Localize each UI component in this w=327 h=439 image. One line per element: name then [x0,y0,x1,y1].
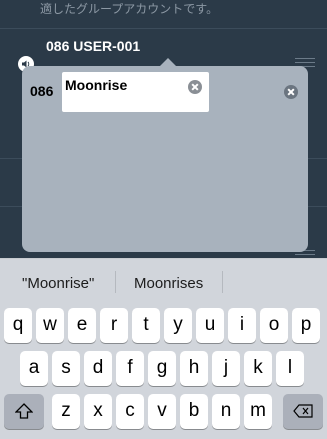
key-e[interactable]: e [68,308,96,343]
key-t[interactable]: t [132,308,160,343]
clear-icon[interactable] [284,85,298,99]
delete-key[interactable] [283,394,323,429]
suggestion-bar: "Moonrise" Moonrises [0,258,327,305]
key-d[interactable]: d [84,351,112,386]
shift-icon [14,400,34,421]
suggestion-divider [115,271,116,293]
key-r[interactable]: r [100,308,128,343]
shift-key[interactable] [4,394,44,429]
key-h[interactable]: h [180,351,208,386]
name-input-field[interactable]: Moonrise [62,72,209,112]
key-j[interactable]: j [212,351,240,386]
suggestion-divider [222,271,223,293]
key-y[interactable]: y [164,308,192,343]
clear-text-icon[interactable] [188,80,202,94]
key-q[interactable]: q [4,308,32,343]
key-f[interactable]: f [116,351,144,386]
key-i[interactable]: i [228,308,256,343]
key-g[interactable]: g [148,351,176,386]
key-u[interactable]: u [196,308,224,343]
key-w[interactable]: w [36,308,64,343]
suggestion-item[interactable]: "Moonrise" [22,275,94,292]
divider [0,28,327,29]
key-c[interactable]: c [116,394,144,429]
key-b[interactable]: b [180,394,208,429]
key-x[interactable]: x [84,394,112,429]
background-description: 適したグループアカウントです。 [40,2,219,16]
backspace-icon [293,400,313,421]
name-input-value[interactable]: Moonrise [65,77,127,93]
key-n[interactable]: n [212,394,240,429]
key-l[interactable]: l [276,351,304,386]
key-k[interactable]: k [244,351,272,386]
key-s[interactable]: s [52,351,80,386]
key-o[interactable]: o [260,308,288,343]
key-p[interactable]: p [292,308,320,343]
key-m[interactable]: m [244,394,272,429]
popover-label: 086 [30,83,54,99]
key-v[interactable]: v [148,394,176,429]
key-a[interactable]: a [20,351,48,386]
suggestion-item[interactable]: Moonrises [134,275,203,292]
keyboard: q w e r t y u i o p a s d f g h j k l z … [0,304,327,439]
background-row-title[interactable]: 086 USER-001 [46,38,140,54]
key-z[interactable]: z [52,394,80,429]
